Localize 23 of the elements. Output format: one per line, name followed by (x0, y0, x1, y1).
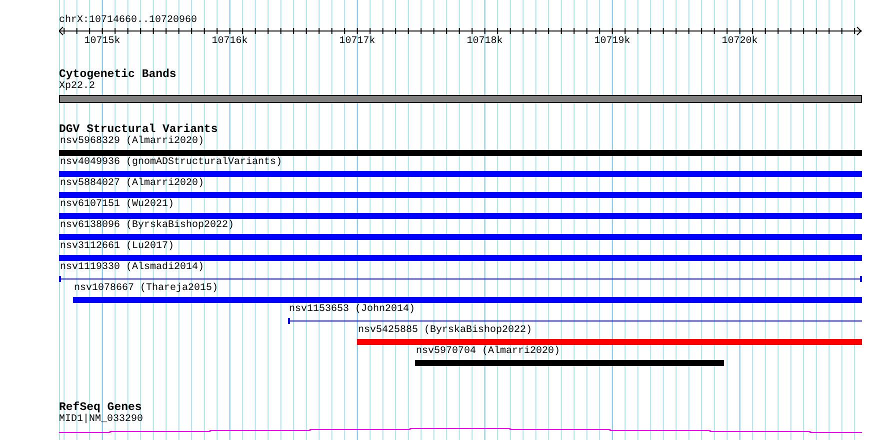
track-title: RefSeq Genes (59, 402, 142, 414)
variant-label: nsv1153653 (John2014) (289, 304, 416, 316)
variant-label: nsv5970704 (Almarri2020) (416, 346, 560, 358)
gene-label: MID1|NM_033290 (59, 414, 144, 426)
tick-label: 10716k (212, 36, 248, 48)
tick-label: 10717k (339, 36, 376, 48)
variant-label: nsv3112661 (Lu2017) (60, 241, 174, 253)
tick-label: 10719k (594, 36, 630, 48)
variant-label: nsv1119330 (Alsmadi2014) (60, 262, 204, 274)
variant-label: nsv5968329 (Almarri2020) (60, 136, 204, 148)
variant-label: nsv6138096 (ByrskaBishop2022) (60, 220, 234, 232)
tick-label: 10715k (84, 36, 120, 48)
variant-label: nsv1078667 (Thareja2015) (74, 283, 218, 295)
variant-label: nsv4049936 (gnomADStructuralVariants) (60, 157, 282, 169)
tick-label: 10720k (722, 36, 758, 48)
variant-label: nsv6107151 (Wu2021) (60, 199, 174, 211)
track-title: DGV Structural Variants (59, 124, 218, 136)
band-label: Xp22.2 (59, 81, 96, 93)
location-label: chrX:10714660..10720960 (59, 15, 198, 27)
variant-label: nsv5884027 (Almarri2020) (60, 178, 204, 190)
variant-label: nsv5425885 (ByrskaBishop2022) (358, 325, 532, 337)
tick-label: 10718k (466, 36, 503, 48)
track-title: Cytogenetic Bands (59, 69, 176, 81)
